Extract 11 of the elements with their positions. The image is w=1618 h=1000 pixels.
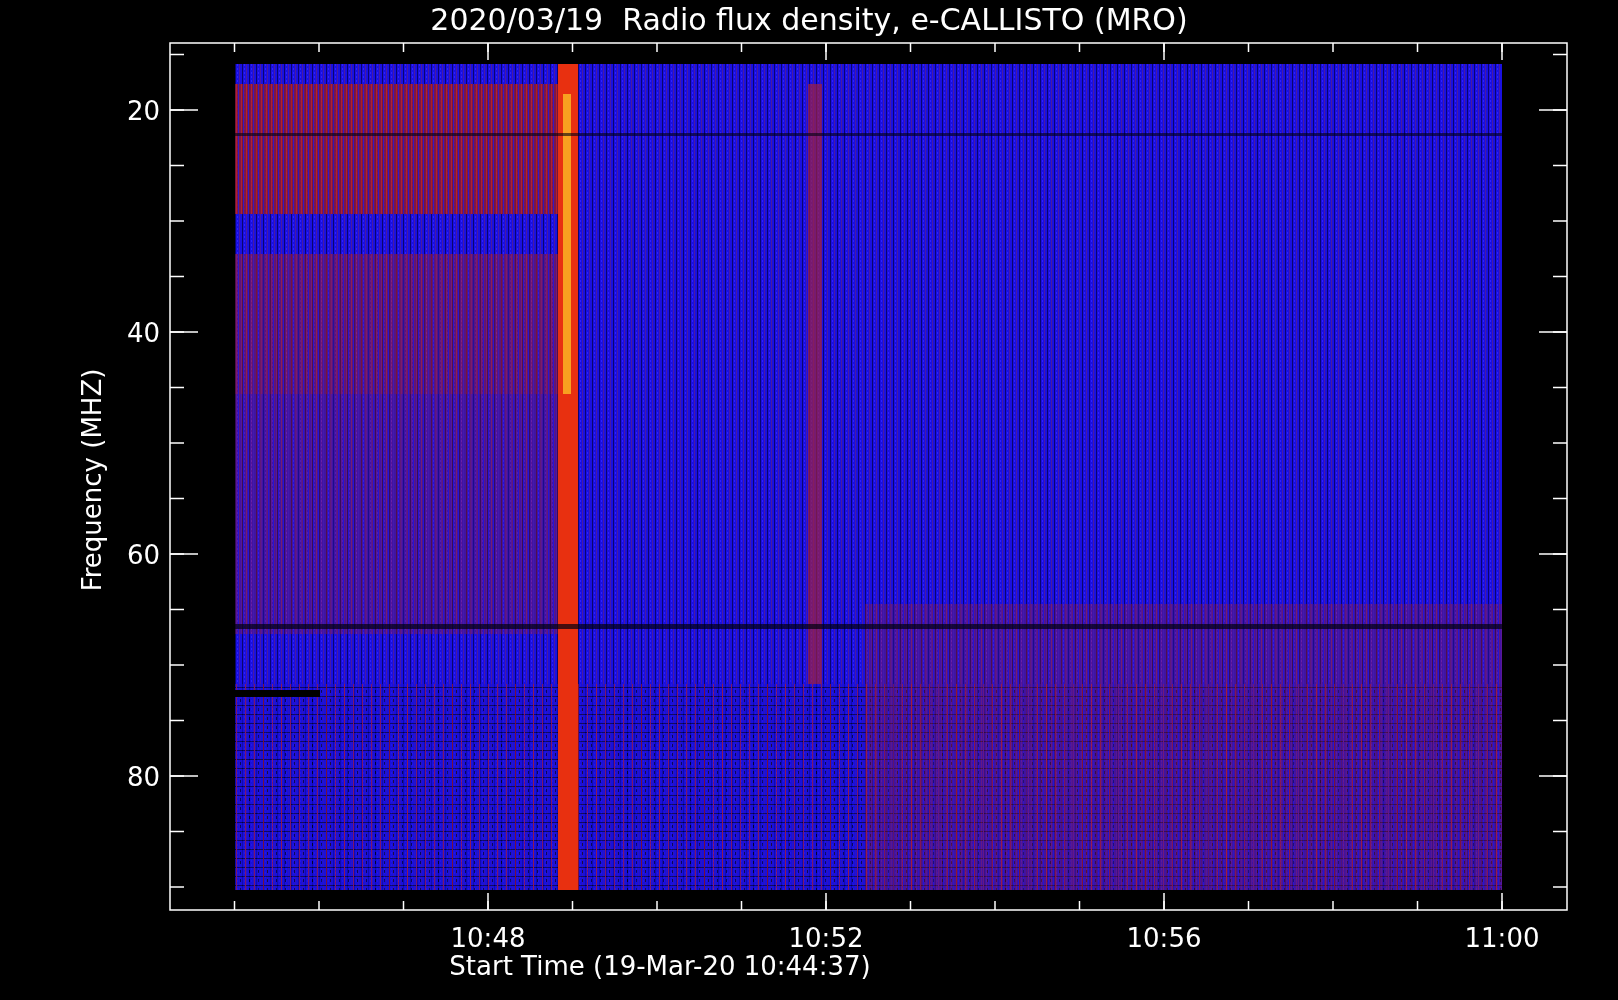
axis-title: Start Time (19-Mar-20 10:44:37) [449,951,871,981]
axis-tick-label: 40 [126,318,160,348]
axis-tick-label: 11:00 [1464,923,1540,953]
axis-tick-label: 10:48 [450,923,526,953]
chart-title: 2020/03/19 Radio flux density, e-CALLISTO (MRO) [430,2,1188,37]
axis-tick-label: 80 [126,762,160,792]
axis-tick-label: 20 [126,96,160,126]
axis-tick-label: 10:52 [788,923,864,953]
axis-tick-label: 60 [126,540,160,570]
axis-tick-label: 10:56 [1126,923,1202,953]
axis-title: Frequency (MHZ) [77,368,107,592]
